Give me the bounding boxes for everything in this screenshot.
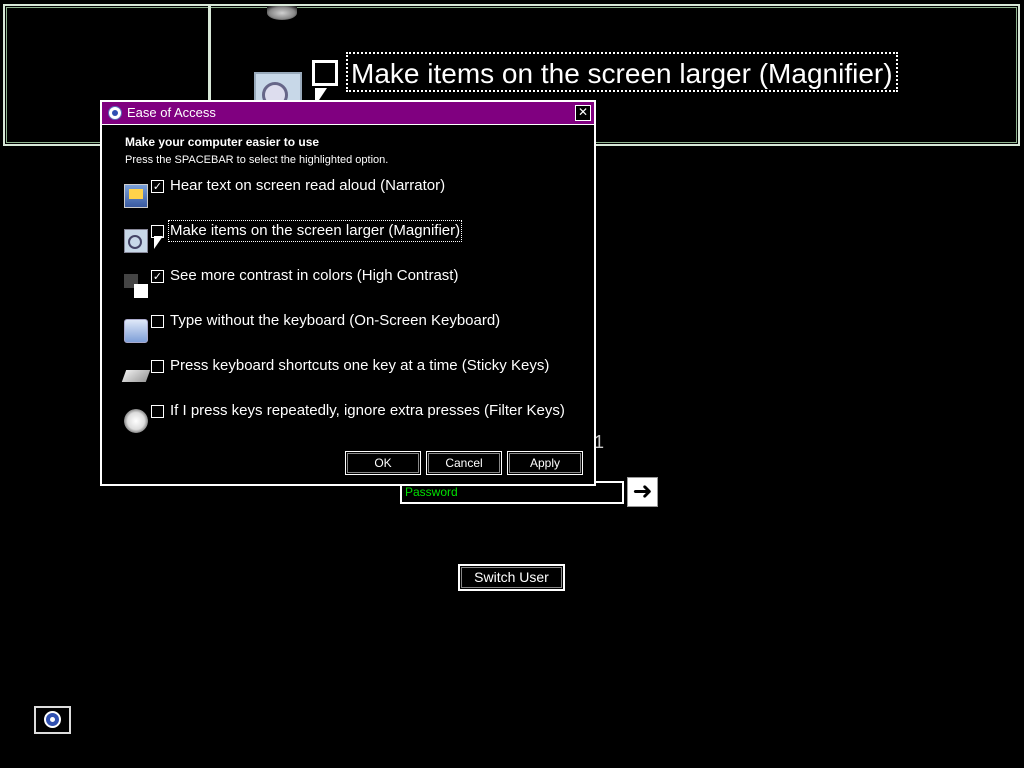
option-high-contrast[interactable]: ✓ See more contrast in colors (High Cont… — [120, 267, 580, 304]
login-screen: Make items on the screen larger (Magnifi… — [0, 0, 1024, 768]
option-sticky-keys[interactable]: Press keyboard shortcuts one key at a ti… — [120, 357, 580, 394]
high-contrast-label[interactable]: See more contrast in colors (High Contra… — [170, 266, 458, 286]
close-button[interactable]: ✕ — [575, 105, 591, 121]
on-screen-keyboard-icon — [124, 319, 148, 343]
switch-user-button[interactable]: Switch User — [458, 564, 565, 591]
filter-keys-label[interactable]: If I press keys repeatedly, ignore extra… — [170, 401, 565, 421]
ease-of-access-app-icon — [108, 106, 122, 120]
high-contrast-icon — [124, 274, 148, 298]
ok-button[interactable]: OK — [345, 451, 421, 475]
dialog-titlebar: Ease of Access ✕ — [102, 102, 594, 125]
ease-of-access-button[interactable] — [34, 706, 71, 734]
option-filter-keys[interactable]: If I press keys repeatedly, ignore extra… — [120, 402, 580, 439]
ease-of-access-icon — [44, 711, 61, 728]
mouse-cursor-icon — [154, 236, 163, 249]
on-screen-keyboard-label[interactable]: Type without the keyboard (On-Screen Key… — [170, 311, 500, 331]
narrator-label[interactable]: Hear text on screen read aloud (Narrator… — [170, 176, 445, 196]
high-contrast-checkbox[interactable]: ✓ — [151, 270, 164, 283]
on-screen-keyboard-checkbox[interactable] — [151, 315, 164, 328]
magnifier-icon — [124, 229, 148, 253]
magnified-magnifier-checkbox — [312, 60, 338, 86]
dialog-heading: Make your computer easier to use — [125, 135, 320, 149]
magnifier-label[interactable]: Make items on the screen larger (Magnifi… — [167, 220, 463, 242]
option-narrator[interactable]: ✓ Hear text on screen read aloud (Narrat… — [120, 177, 580, 214]
filter-keys-checkbox[interactable] — [151, 405, 164, 418]
option-on-screen-keyboard[interactable]: Type without the keyboard (On-Screen Key… — [120, 312, 580, 349]
filter-keys-icon — [124, 409, 148, 433]
sticky-keys-label[interactable]: Press keyboard shortcuts one key at a ti… — [170, 356, 549, 376]
magnified-narrator-icon — [267, 6, 297, 20]
dialog-instructions: Press the SPACEBAR to select the highlig… — [125, 154, 389, 166]
sticky-keys-icon — [121, 370, 151, 382]
magnified-magnifier-label: Make items on the screen larger (Magnifi… — [346, 52, 898, 92]
cancel-button[interactable]: Cancel — [426, 451, 502, 475]
ease-of-access-dialog: Ease of Access ✕ Make your computer easi… — [100, 100, 596, 486]
option-magnifier[interactable]: Make items on the screen larger (Magnifi… — [120, 220, 580, 259]
sticky-keys-checkbox[interactable] — [151, 360, 164, 373]
narrator-icon — [124, 184, 148, 208]
narrator-checkbox[interactable]: ✓ — [151, 180, 164, 193]
submit-arrow-button[interactable]: ➜ — [627, 477, 658, 507]
apply-button[interactable]: Apply — [507, 451, 583, 475]
dialog-title: Ease of Access — [127, 105, 216, 120]
